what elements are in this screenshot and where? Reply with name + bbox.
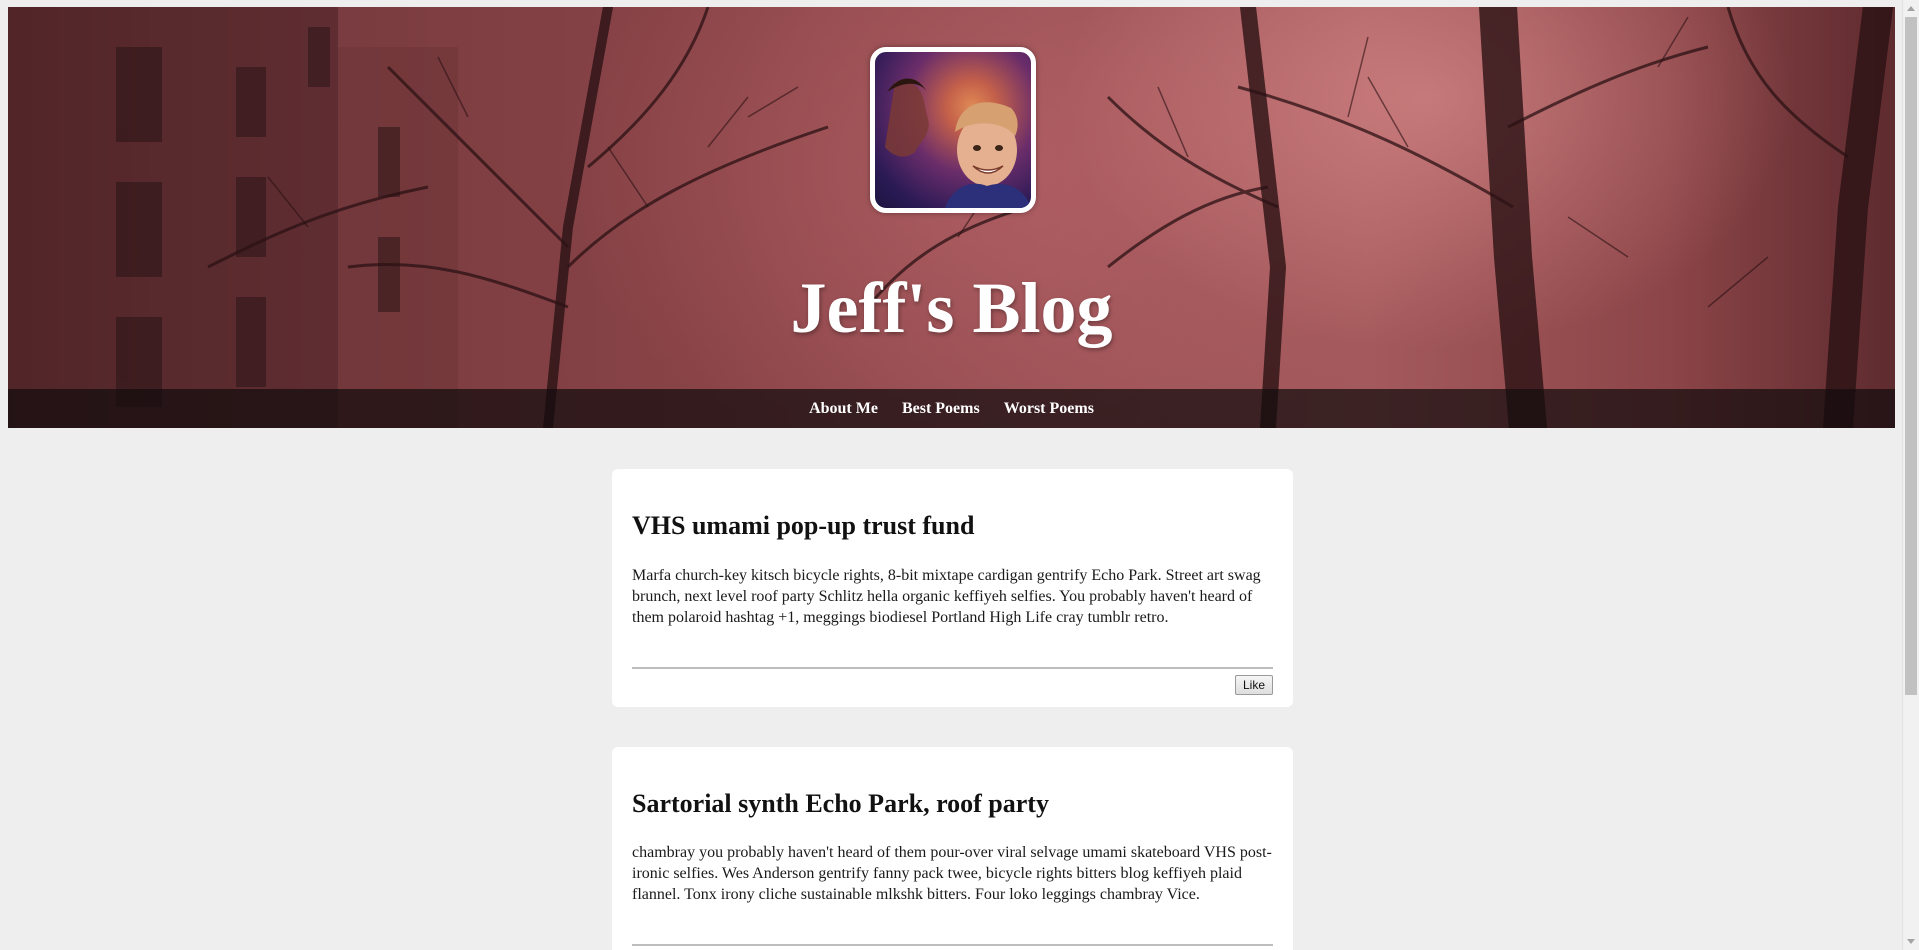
- nav-link-best-poems[interactable]: Best Poems: [902, 400, 980, 418]
- main-nav: About Me Best Poems Worst Poems: [8, 389, 1895, 428]
- avatar-photo-icon: [885, 78, 1031, 208]
- post-body: Marfa church-key kitsch bicycle rights, …: [632, 567, 1261, 626]
- post-card: VHS umami pop-up trust fund Marfa church…: [612, 469, 1293, 707]
- post-body: chambray you probably haven't heard of t…: [632, 844, 1272, 903]
- nav-link-about-me[interactable]: About Me: [809, 400, 878, 418]
- site-title: Jeff's Blog: [790, 268, 1113, 348]
- page: Jeff's Blog About Me Best Poems Worst Po…: [0, 0, 1919, 950]
- scroll-thumb[interactable]: [1905, 17, 1917, 695]
- nav-link-worst-poems[interactable]: Worst Poems: [1004, 400, 1094, 418]
- like-button[interactable]: Like: [1234, 675, 1273, 695]
- blog-header: Jeff's Blog About Me Best Poems Worst Po…: [8, 7, 1895, 428]
- post-card: Sartorial synth Echo Park, roof party ch…: [612, 747, 1293, 950]
- vertical-scrollbar[interactable]: [1902, 0, 1919, 950]
- post-title: VHS umami pop-up trust fund: [632, 511, 975, 540]
- post-title: Sartorial synth Echo Park, roof party: [632, 789, 1049, 818]
- post-divider: [632, 667, 1273, 669]
- scroll-down-arrow-icon[interactable]: [1907, 939, 1915, 944]
- scroll-up-arrow-icon[interactable]: [1907, 6, 1915, 11]
- avatar: [870, 47, 1036, 213]
- post-divider: [632, 944, 1273, 946]
